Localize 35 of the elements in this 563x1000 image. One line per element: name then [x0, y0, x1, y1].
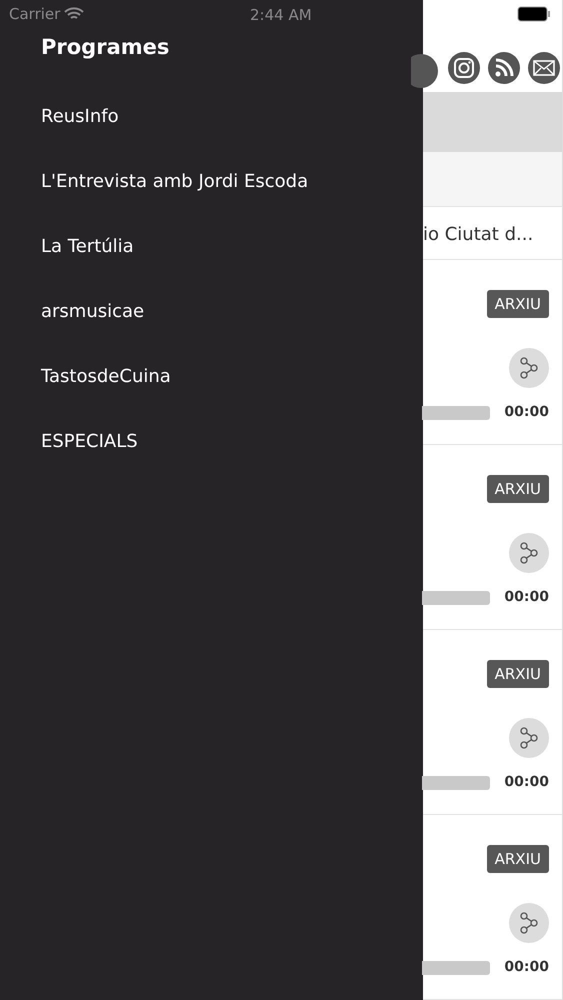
- share-icon: [519, 727, 539, 749]
- drawer-menu-item[interactable]: La Tertúlia: [41, 236, 134, 257]
- progress-track[interactable]: [422, 590, 490, 604]
- instagram-icon[interactable]: [447, 51, 481, 85]
- drawer-menu-item[interactable]: ReusInfo: [41, 106, 119, 127]
- share-icon: [519, 912, 539, 934]
- share-button[interactable]: [509, 533, 549, 573]
- archive-badge[interactable]: ARXIU: [486, 845, 549, 873]
- share-button[interactable]: [509, 718, 549, 758]
- wifi-icon: [64, 7, 84, 21]
- rss-icon[interactable]: [487, 51, 521, 85]
- drawer-menu-item[interactable]: L'Entrevista amb Jordi Escoda: [41, 171, 308, 192]
- archive-badge[interactable]: ARXIU: [486, 660, 549, 688]
- drawer-title: Programes: [41, 34, 170, 61]
- drawer-menu-item[interactable]: arsmusicae: [41, 301, 144, 322]
- duration-label: 00:00: [504, 773, 549, 792]
- share-icon: [519, 357, 539, 379]
- share-button[interactable]: [509, 903, 549, 943]
- archive-badge[interactable]: ARXIU: [486, 475, 549, 503]
- progress-track[interactable]: [422, 960, 490, 974]
- duration-label: 00:00: [504, 958, 549, 977]
- archive-badge[interactable]: ARXIU: [486, 290, 549, 318]
- drawer-menu-item[interactable]: ESPECIALS: [41, 431, 138, 452]
- share-button[interactable]: [509, 348, 549, 388]
- station-title: io Ciutat d...: [423, 224, 534, 245]
- carrier-label: Carrier: [9, 4, 60, 25]
- share-icon: [519, 542, 539, 564]
- clock: 2:44 AM: [250, 5, 312, 26]
- battery-icon: [517, 6, 551, 22]
- duration-label: 00:00: [504, 588, 549, 607]
- progress-track[interactable]: [422, 406, 490, 420]
- duration-label: 00:00: [504, 403, 549, 422]
- progress-track[interactable]: [422, 776, 490, 790]
- mail-icon[interactable]: [527, 51, 561, 85]
- drawer-menu-item[interactable]: TastosdeCuina: [41, 366, 171, 387]
